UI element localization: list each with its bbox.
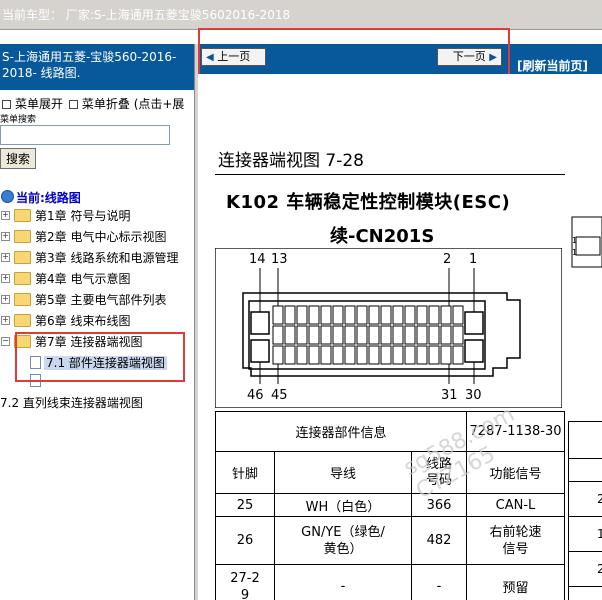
preview-label: 1: [572, 248, 577, 257]
current-location-label: 当前:线路图: [16, 191, 81, 205]
cell: 482: [411, 516, 467, 565]
table-row: 25 WH（白色） 366 CAN-L: [215, 493, 565, 517]
expand-plus-icon[interactable]: +: [1, 274, 10, 283]
cell: 预留: [466, 564, 565, 600]
preview-diagram: 1 1: [571, 216, 602, 268]
pin-label-13: 13: [271, 252, 288, 267]
expand-plus-icon[interactable]: +: [1, 253, 10, 262]
cell: 25: [215, 493, 275, 517]
globe-icon: [1, 190, 14, 203]
pin-label-46: 46: [247, 388, 264, 403]
expand-plus-icon[interactable]: +: [1, 316, 10, 325]
menu-controls: 菜单展开 菜单折叠 (点击+展: [0, 95, 184, 112]
collapse-minus-icon[interactable]: −: [1, 337, 10, 346]
menu-hint: (点击+展: [133, 97, 185, 111]
cell: 右前轮速 信号: [466, 516, 565, 565]
tree-item-label: 第2章 电气中心标示视图: [35, 230, 167, 244]
tree-item-chapter-1[interactable]: + 第1章 符号与说明: [0, 207, 130, 225]
window-title: 当前车型： 厂家:S-上海通用五菱宝骏5602016-2018: [2, 8, 291, 22]
folder-icon: [14, 209, 31, 222]
tree-item-chapter-5[interactable]: + 第5章 主要电气部件列表: [0, 291, 166, 309]
folder-icon: [14, 230, 31, 243]
highlight-box: [15, 332, 185, 382]
expand-plus-icon[interactable]: +: [1, 211, 10, 220]
pin-label-2: 2: [443, 252, 451, 267]
pin-label-1: 1: [469, 252, 477, 267]
title-bar: 当前车型： 厂家:S-上海通用五菱宝骏5602016-2018: [0, 0, 602, 30]
diagram-border: [215, 248, 562, 408]
menu-expand-link[interactable]: 菜单展开: [15, 97, 63, 111]
connector-title: K102 车辆稳定性控制模块(ESC): [226, 192, 511, 213]
tree-item-chapter-3[interactable]: + 第3章 线路系统和电源管理: [0, 249, 178, 267]
expand-plus-icon[interactable]: +: [1, 232, 10, 241]
cell: GN/YE（绿色/ 黄色）: [274, 516, 412, 565]
document-view: 连接器端视图 7-28 K102 车辆稳定性控制模块(ESC) 续-CN201S: [198, 74, 602, 600]
tree-item-chapter-6[interactable]: + 第6章 线束布线图: [0, 312, 130, 330]
square-icon: [68, 99, 78, 109]
heading-rule: [215, 174, 565, 175]
pin-label-14: 14: [249, 252, 266, 267]
cell: CAN-L: [466, 493, 565, 517]
cell: 27-2 9: [215, 564, 275, 600]
nav-highlight-box: [198, 28, 510, 78]
square-icon: [2, 99, 11, 109]
next-page-preview: 1 1 2 1 2: [568, 213, 602, 600]
col-header: 针脚: [215, 451, 275, 494]
cell: -: [274, 564, 412, 600]
cell: -: [411, 564, 467, 600]
cell: WH（白色）: [274, 493, 412, 517]
pin-grid: [272, 305, 464, 365]
preview-cell: [568, 421, 602, 458]
search-label: 菜单搜索: [0, 115, 37, 125]
tree-item-chapter-2[interactable]: + 第2章 电气中心标示视图: [0, 228, 166, 246]
current-location[interactable]: 当前:线路图: [0, 189, 81, 206]
search-button[interactable]: 搜索: [0, 148, 36, 169]
tree-item-label: 第6章 线束布线图: [35, 314, 131, 328]
preview-cell: 2: [568, 481, 602, 516]
tree-item-label: 第1章 符号与说明: [35, 209, 131, 223]
tree-item-chapter-4[interactable]: + 第4章 电气示意图: [0, 270, 130, 288]
tree-item-label: 7.2 直列线束连接器端视图: [0, 396, 143, 410]
search-input[interactable]: [0, 125, 170, 145]
preview-cell: [568, 586, 602, 600]
page-heading: 连接器端视图 7-28: [218, 151, 364, 171]
tree-item-label: 第4章 电气示意图: [35, 272, 131, 286]
pin-label-31: 31: [441, 388, 458, 403]
connector-diagram: 14 13 2 1 46 45 31 30: [215, 248, 562, 408]
folder-icon: [14, 251, 31, 264]
pin-label-45: 45: [271, 388, 288, 403]
left-pane: S-上海通用五菱-宝骏560-2016-2018- 线路图. 菜单展开 菜单折叠…: [0, 44, 194, 600]
tree-item-label: 第3章 线路系统和电源管理: [35, 251, 179, 265]
tree-item-7-2[interactable]: 7.2 直列线束连接器端视图: [0, 394, 143, 412]
pin-label-30: 30: [465, 388, 482, 403]
preview-label: 1: [572, 236, 577, 245]
preview-cell: [568, 458, 602, 481]
col-header: 导线: [274, 451, 412, 494]
expand-plus-icon[interactable]: +: [1, 295, 10, 304]
table-row: 27-2 9 - - 预留: [215, 564, 565, 600]
folder-icon: [14, 293, 31, 306]
table-row: 26 GN/YE（绿色/ 黄色） 482 右前轮速 信号: [215, 516, 565, 565]
cell: 26: [215, 516, 275, 565]
connector-subtitle: 续-CN201S: [330, 226, 435, 247]
preview-cell: 1: [568, 516, 602, 551]
folder-icon: [14, 272, 31, 285]
folder-icon: [14, 314, 31, 327]
left-pane-header: S-上海通用五菱-宝骏560-2016-2018- 线路图.: [0, 44, 194, 90]
refresh-page-link[interactable]: [刷新当前页]: [517, 57, 588, 74]
preview-cell: 2: [568, 551, 602, 586]
tree-item-label: 第5章 主要电气部件列表: [35, 293, 167, 307]
menu-collapse-link[interactable]: 菜单折叠: [82, 97, 130, 111]
